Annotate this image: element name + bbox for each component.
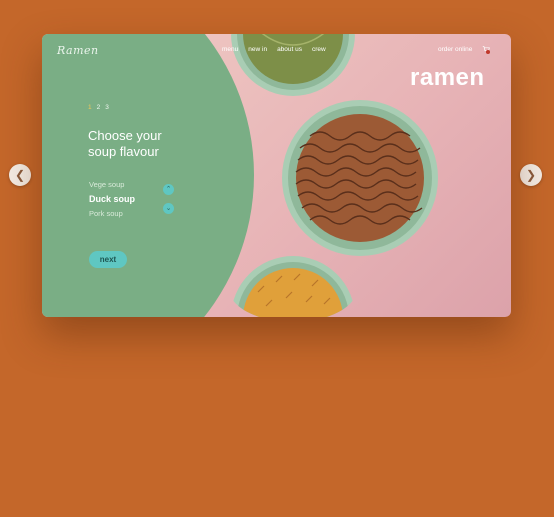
next-button[interactable]: next <box>89 251 127 268</box>
next-slide-button[interactable]: ❯ <box>520 164 542 186</box>
soup-option-pork[interactable]: Pork soup <box>89 209 135 218</box>
hero-card: Ramen menu new in about us crew order on… <box>42 34 511 317</box>
scroll-down-button[interactable]: ⌄ <box>163 203 174 214</box>
page-title: Choose your soup flavour <box>88 128 162 159</box>
nav-crew[interactable]: crew <box>312 46 326 53</box>
nav-about-us[interactable]: about us <box>277 46 302 53</box>
step-3[interactable]: 3 <box>105 104 109 111</box>
vege-soup-bowl <box>231 34 355 96</box>
prev-slide-button[interactable]: ❮ <box>9 164 31 186</box>
brand-title: ramen <box>410 64 485 91</box>
nav-menu[interactable]: menu <box>222 46 238 53</box>
main-nav: menu new in about us crew <box>222 46 326 53</box>
pork-soup-bowl <box>231 256 355 317</box>
step-indicator: 1 2 3 <box>88 104 109 111</box>
chevron-left-icon: ❮ <box>14 168 26 182</box>
cart-badge <box>486 50 490 54</box>
order-online-link[interactable]: order online <box>438 46 472 53</box>
chevron-right-icon: ❯ <box>525 168 537 182</box>
green-panel <box>42 34 254 317</box>
scroll-up-button[interactable]: ⌃ <box>163 184 174 195</box>
soup-option-duck[interactable]: Duck soup <box>89 194 135 204</box>
soup-list: Vege soup Duck soup Pork soup <box>89 180 135 223</box>
step-2[interactable]: 2 <box>97 104 101 111</box>
duck-soup-bowl <box>282 100 438 256</box>
step-1[interactable]: 1 <box>88 104 92 111</box>
chevron-down-icon: ⌄ <box>165 205 172 212</box>
nav-new-in[interactable]: new in <box>248 46 267 53</box>
chevron-up-icon: ⌃ <box>165 186 172 193</box>
logo[interactable]: Ramen <box>57 44 99 57</box>
soup-option-vege[interactable]: Vege soup <box>89 180 135 189</box>
